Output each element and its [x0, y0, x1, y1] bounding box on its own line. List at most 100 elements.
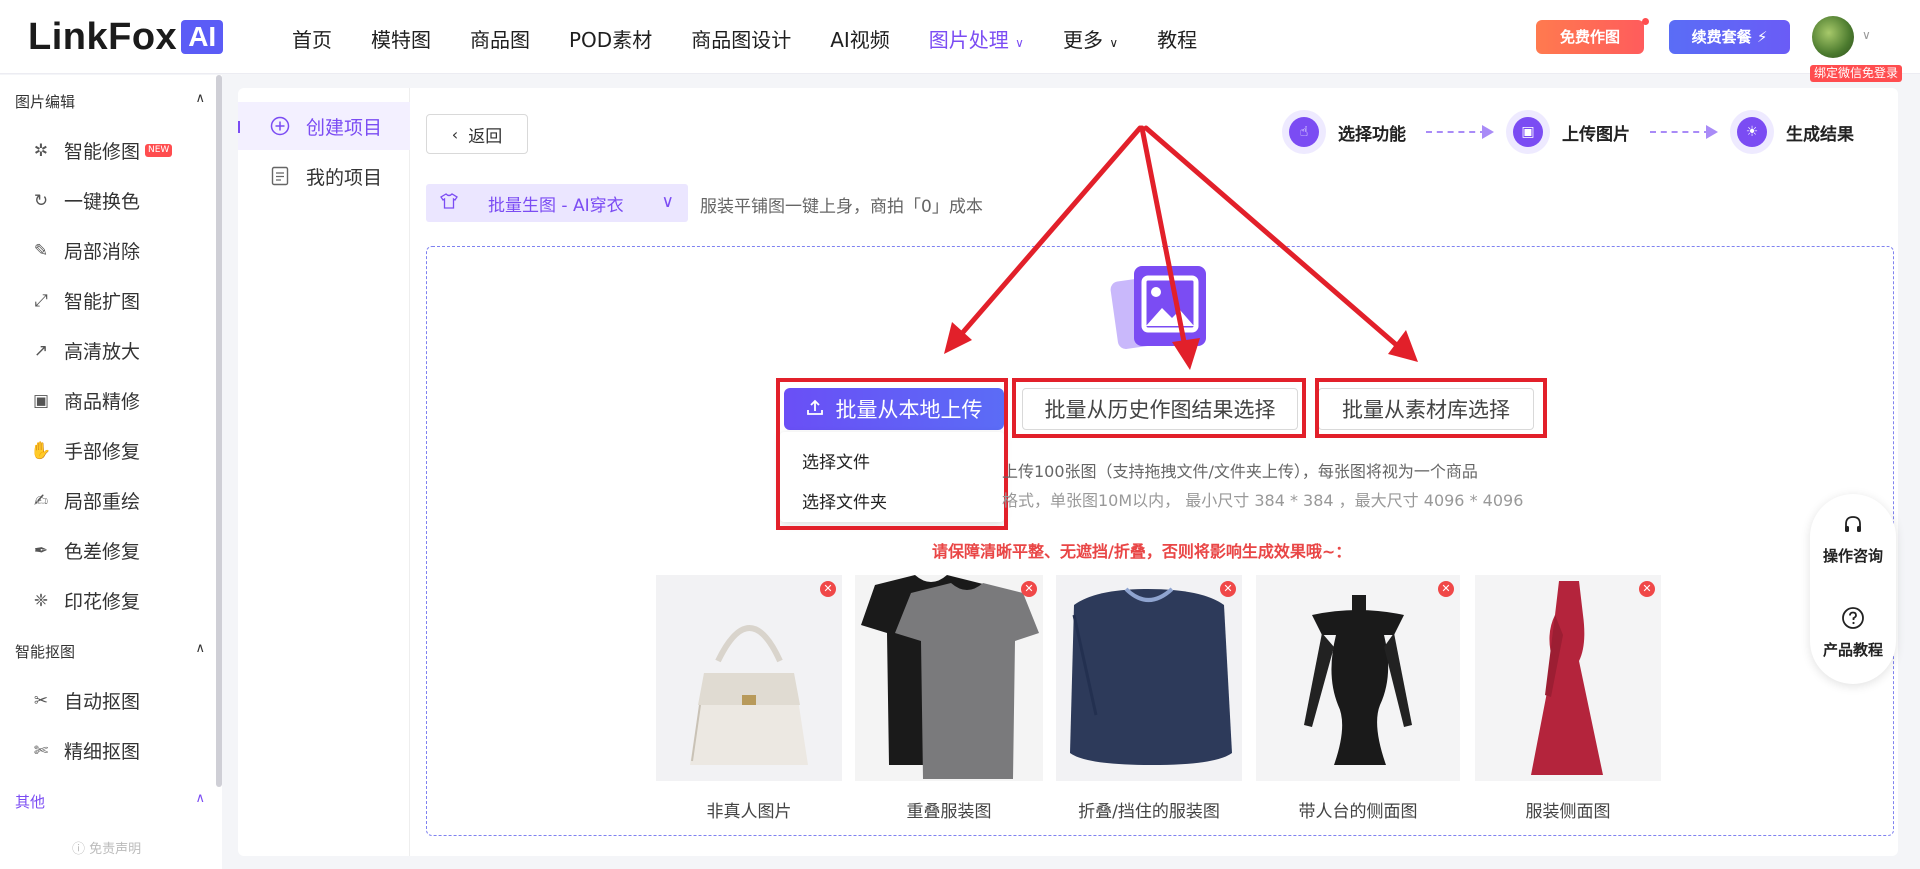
sidebar-item-color-fix[interactable]: ✒ 色差修复 [30, 537, 140, 564]
close-icon: ✕ [820, 581, 836, 597]
nav-more[interactable]: 更多 ∨ [1063, 24, 1118, 53]
main-nav: 首页 模特图 商品图 POD素材 商品图设计 AI视频 图片处理 ∨ 更多 ∨ … [292, 24, 1236, 53]
subnav-my-projects[interactable]: 我的项目 [238, 152, 410, 200]
example-non-real-person: ✕ 非真人图片 [656, 575, 842, 822]
example-caption: 非真人图片 [706, 802, 792, 822]
sidebar-item-product-retouch[interactable]: ▣ 商品精修 [30, 387, 140, 414]
nav-more-label: 更多 [1062, 28, 1103, 52]
step-select-function: ☝ 选择功能 [1282, 110, 1406, 154]
annotation-box [1315, 378, 1547, 438]
info-icon: ⓘ [72, 842, 86, 857]
active-indicator [238, 121, 240, 133]
example-clothing-side: ✕ 服装侧面图 [1475, 575, 1661, 822]
logo-text: LinkFox [28, 15, 178, 58]
eraser-icon: ✎ [33, 240, 49, 261]
sidebar-item-expand[interactable]: ⤢ 智能扩图 [30, 287, 140, 314]
nav-ai-video[interactable]: AI视频 [830, 24, 890, 53]
logo-ai-badge: AI [181, 20, 224, 54]
renew-plan-button[interactable]: 续费套餐 ⚡ [1669, 20, 1790, 54]
step-arrow [1426, 125, 1494, 139]
nav-home[interactable]: 首页 [292, 24, 332, 53]
upscale-icon: ↗ [33, 340, 49, 361]
nav-model[interactable]: 模特图 [371, 24, 431, 53]
sidebar-item-color-swap[interactable]: ↻ 一键换色 [30, 187, 140, 214]
sidebar-item-label: 印花修复 [64, 591, 141, 613]
example-folded-clothes: ✕ 折叠/挡住的服装图 [1056, 575, 1242, 822]
sidebar-item-label: 手部修复 [64, 441, 141, 463]
chevron-left-icon: ‹ [451, 124, 459, 144]
nav-image-processing-label: 图片处理 [928, 28, 1009, 52]
left-sidebar: 图片编辑 ∧ ✲ 智能修图 NEW ↻ 一键换色 ✎ 局部消除 ⤢ 智能扩图 ↗… [0, 75, 222, 869]
sidebar-item-print-fix[interactable]: ❈ 印花修复 [30, 587, 140, 614]
nav-tutorial[interactable]: 教程 [1157, 24, 1197, 53]
step-label: 上传图片 [1562, 124, 1630, 145]
mannequin-image: ✕ [1256, 575, 1460, 781]
close-icon: ✕ [1438, 581, 1454, 597]
step-label: 生成结果 [1786, 124, 1854, 145]
notification-dot [1642, 18, 1649, 25]
chevron-down-icon[interactable]: ∨ [1862, 28, 1871, 42]
print-fix-icon: ❈ [33, 590, 49, 611]
section-title: 智能抠图 [15, 643, 76, 661]
nav-product[interactable]: 商品图 [470, 24, 530, 53]
example-caption: 折叠/挡住的服装图 [1078, 802, 1220, 822]
example-caption: 重叠服装图 [906, 802, 992, 822]
sidebar-item-label: 智能修图 [64, 141, 141, 163]
sidebar-item-smart-retouch[interactable]: ✲ 智能修图 NEW [30, 137, 173, 164]
example-overlapping-clothes: ✕ 重叠服装图 [855, 575, 1043, 822]
linkfox-logo[interactable]: LinkFox AI [28, 15, 224, 58]
subnav-label: 我的项目 [306, 166, 383, 189]
back-button[interactable]: ‹ 返回 [426, 114, 528, 154]
headset-icon [1810, 514, 1896, 541]
avatar[interactable] [1812, 16, 1854, 58]
nav-image-processing[interactable]: 图片处理 ∨ [929, 24, 1024, 53]
tutorial-button[interactable]: 产品教程 [1810, 606, 1896, 660]
sidebar-item-fine-cutout[interactable]: ✄ 精细抠图 [30, 737, 140, 764]
chevron-down-icon: ∨ [1109, 36, 1119, 50]
sidebar-section-other[interactable]: 其他 ∧ [15, 791, 205, 812]
tshirts-image: ✕ [855, 575, 1043, 781]
image-upload-icon: ▣ [1506, 110, 1550, 154]
close-icon: ✕ [1220, 581, 1236, 597]
subnav-create-project[interactable]: 创建项目 [238, 102, 410, 150]
new-badge: NEW [145, 144, 173, 157]
disclaimer-link[interactable]: ⓘ 免责声明 [72, 838, 141, 857]
tutorial-label: 产品教程 [1822, 641, 1883, 659]
step-arrow [1650, 125, 1718, 139]
progress-steps: ☝ 选择功能 ▣ 上传图片 ☀ 生成结果 [1282, 110, 1854, 154]
sidebar-item-label: 商品精修 [64, 391, 141, 413]
color-swap-icon: ↻ [33, 190, 49, 211]
sidebar-section-smart-cutout[interactable]: 智能抠图 ∧ [15, 641, 205, 662]
nav-pod[interactable]: POD素材 [569, 24, 652, 53]
sidebar-item-hand-repair[interactable]: ✋ 手部修复 [30, 437, 140, 464]
example-caption: 服装侧面图 [1525, 802, 1611, 822]
chevron-up-icon: ∧ [195, 791, 205, 806]
disclaimer-label: 免责声明 [89, 842, 142, 857]
free-drawing-button[interactable]: 免费作图 [1536, 20, 1644, 54]
bind-wechat-badge[interactable]: 绑定微信免登录 [1810, 65, 1903, 82]
sidebar-item-auto-cutout[interactable]: ✂ 自动抠图 [30, 687, 140, 714]
consult-button[interactable]: 操作咨询 [1810, 514, 1896, 566]
chevron-down-icon: ∨ [1015, 36, 1024, 50]
sidebar-item-label: 局部消除 [64, 241, 141, 263]
annotation-box [776, 378, 1008, 530]
function-select-value: 批量生图 - AI穿衣 [488, 195, 624, 216]
sidebar-item-label: 色差修复 [64, 541, 141, 563]
document-icon [268, 166, 292, 186]
sidebar-section-image-edit[interactable]: 图片编辑 ∧ [15, 91, 205, 112]
expand-icon: ⤢ [34, 290, 48, 311]
close-icon: ✕ [1639, 581, 1655, 597]
sidebar-scrollbar[interactable] [216, 75, 222, 787]
sidebar-item-label: 高清放大 [64, 341, 141, 363]
function-select[interactable]: 批量生图 - AI穿衣 ∨ [426, 184, 688, 222]
sidebar-item-upscale[interactable]: ↗ 高清放大 [30, 337, 140, 364]
nav-design[interactable]: 商品图设计 [691, 24, 791, 53]
chevron-up-icon: ∧ [195, 91, 205, 106]
annotation-box [1012, 378, 1306, 438]
sidebar-item-redraw[interactable]: ✍ 局部重绘 [30, 487, 140, 514]
sidebar-item-erase[interactable]: ✎ 局部消除 [30, 237, 140, 264]
subnav-label: 创建项目 [306, 116, 383, 139]
chevron-down-icon: ∨ [661, 192, 674, 212]
redraw-icon: ✍ [33, 490, 49, 511]
function-description: 服装平铺图一键上身，商拍「0」成本 [700, 197, 983, 217]
